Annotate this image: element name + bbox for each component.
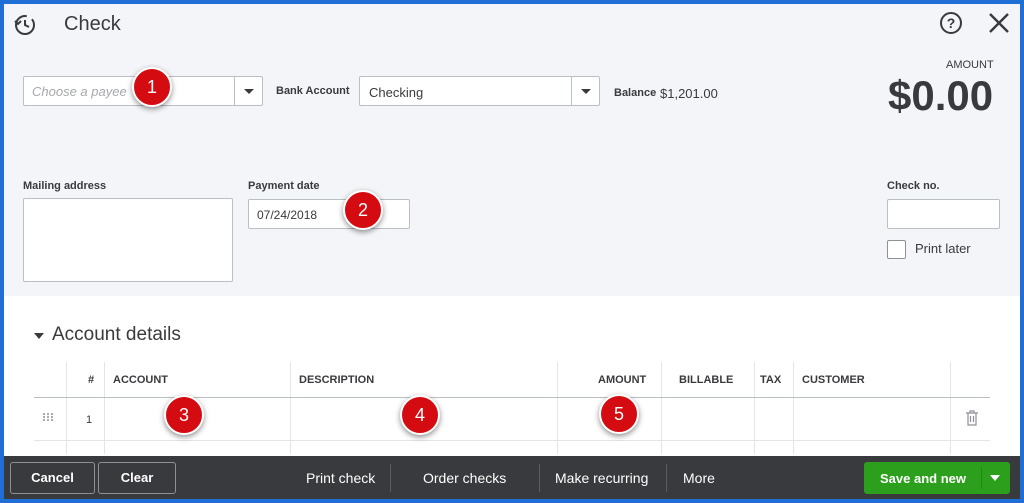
- history-icon[interactable]: [12, 12, 38, 38]
- payment-date-field[interactable]: 07/24/2018: [248, 199, 410, 229]
- column-header-tax: TAX: [760, 374, 782, 386]
- clear-button[interactable]: Clear: [98, 462, 176, 494]
- footer-divider: [390, 464, 391, 492]
- bank-account-value: Checking: [369, 85, 424, 100]
- balance-value: $1,201.00: [660, 86, 718, 101]
- mailing-address-label: Mailing address: [23, 180, 107, 192]
- close-icon[interactable]: [986, 10, 1012, 36]
- drag-handle-icon[interactable]: [42, 412, 54, 422]
- footer-divider: [666, 464, 667, 492]
- collapse-caret-icon[interactable]: [34, 333, 44, 339]
- chevron-down-icon[interactable]: [990, 475, 1000, 481]
- column-header-number: #: [88, 374, 95, 386]
- footer-divider: [539, 464, 540, 492]
- payment-date-value: 07/24/2018: [257, 208, 318, 222]
- check-no-label: Check no.: [887, 180, 940, 192]
- check-no-field[interactable]: [887, 199, 1000, 229]
- column-header-account: ACCOUNT: [113, 374, 168, 386]
- save-and-new-label: Save and new: [880, 471, 966, 486]
- print-check-link[interactable]: Print check: [306, 470, 375, 486]
- bank-account-label: Bank Account: [276, 85, 350, 97]
- order-checks-link[interactable]: Order checks: [423, 470, 506, 486]
- balance-label: Balance: [614, 87, 657, 99]
- trash-icon[interactable]: [965, 410, 979, 426]
- page-title: Check: [64, 13, 121, 35]
- check-header-panel: Check ? Choose a payee Bank Account Chec…: [4, 4, 1020, 296]
- more-link[interactable]: More: [683, 470, 715, 486]
- payment-date-label: Payment date: [248, 180, 320, 192]
- mailing-address-field[interactable]: [23, 198, 233, 282]
- make-recurring-link[interactable]: Make recurring: [555, 470, 648, 486]
- cancel-button[interactable]: Cancel: [10, 462, 95, 494]
- account-details-title[interactable]: Account details: [52, 324, 181, 346]
- column-header-description: DESCRIPTION: [299, 374, 375, 386]
- payee-placeholder: Choose a payee: [32, 84, 127, 99]
- chevron-down-icon[interactable]: [234, 77, 262, 105]
- chevron-down-icon[interactable]: [571, 77, 599, 105]
- callout-badge-4: 4: [400, 395, 440, 435]
- amount-total: $0.00: [888, 72, 994, 119]
- print-later-label: Print later: [915, 241, 971, 256]
- callout-badge-5: 5: [599, 394, 639, 434]
- callout-badge-1: 1: [132, 67, 172, 107]
- column-header-amount: AMOUNT: [598, 374, 647, 386]
- help-icon[interactable]: ?: [938, 10, 964, 36]
- split-divider: [981, 467, 982, 489]
- column-header-customer: CUSTOMER: [802, 374, 865, 386]
- print-later-checkbox[interactable]: [887, 240, 906, 259]
- row-number: 1: [86, 414, 93, 426]
- callout-badge-3: 3: [164, 395, 204, 435]
- row-divider: [34, 440, 990, 441]
- bank-account-select[interactable]: Checking: [359, 76, 600, 106]
- save-and-new-button[interactable]: Save and new: [864, 462, 1010, 494]
- column-header-billable: BILLABLE: [679, 374, 734, 386]
- amount-label: AMOUNT: [946, 59, 994, 71]
- svg-text:?: ?: [947, 15, 956, 31]
- footer-toolbar: Cancel Clear Print check Order checks Ma…: [4, 456, 1020, 499]
- callout-badge-2: 2: [343, 190, 383, 230]
